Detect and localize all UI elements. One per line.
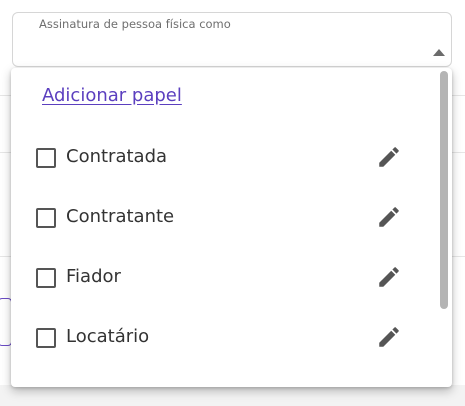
checkbox[interactable]	[36, 268, 56, 288]
checkbox[interactable]	[36, 328, 56, 348]
role-option-contratante[interactable]: Contratante	[11, 194, 431, 242]
option-label: Contratada	[66, 146, 168, 167]
checkbox[interactable]	[36, 208, 56, 228]
caret-up-icon[interactable]	[433, 49, 445, 56]
role-option-contratada[interactable]: Contratada	[11, 134, 431, 182]
option-label: Locatário	[66, 326, 150, 347]
option-label: Fiador	[66, 266, 121, 287]
scrollbar-thumb[interactable]	[440, 71, 448, 309]
role-dropdown-menu: Adicionar papel Contratada Contratante F…	[11, 68, 452, 387]
pencil-icon[interactable]	[376, 264, 402, 290]
add-role-link[interactable]: Adicionar papel	[42, 85, 182, 106]
role-option-partial[interactable]	[11, 374, 431, 387]
signature-role-select[interactable]: Assinatura de pessoa física como	[12, 12, 452, 67]
role-option-locatario[interactable]: Locatário	[11, 314, 431, 362]
pencil-icon[interactable]	[376, 324, 402, 350]
checkbox[interactable]	[36, 148, 56, 168]
pencil-icon[interactable]	[376, 384, 402, 387]
role-option-fiador[interactable]: Fiador	[11, 254, 431, 302]
pencil-icon[interactable]	[376, 144, 402, 170]
option-label: Contratante	[66, 206, 175, 227]
pencil-icon[interactable]	[376, 204, 402, 230]
select-label: Assinatura de pessoa física como	[35, 17, 235, 31]
background-footer	[0, 385, 465, 406]
